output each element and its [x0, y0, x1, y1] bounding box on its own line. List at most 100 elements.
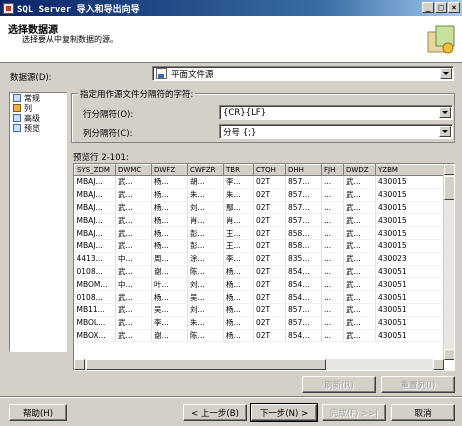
table-row[interactable]: MBAJ... 武... 杨... 刘... 鄢... 02T 857...... 武... 4… [74, 201, 445, 215]
table-cell: 430015 [375, 175, 445, 189]
table-cell: 谢... [151, 265, 188, 279]
chevron-down-icon[interactable] [439, 126, 451, 137]
scroll-up-icon[interactable] [444, 164, 454, 175]
vertical-scrollbar[interactable] [443, 164, 454, 360]
table-cell: 武... [115, 175, 152, 189]
table-row[interactable]: 0108... 武... 谢... 陈... 杨... 02T 854...... 武... 4… [74, 265, 445, 279]
table-cell: 857... [285, 303, 322, 317]
table-row[interactable]: MBAJ... 武... 杨... 彭... 王... 02T 858...... 武... 4… [74, 226, 445, 240]
scroll-left-icon[interactable] [74, 359, 85, 370]
scroll-right-icon[interactable] [433, 359, 444, 370]
scroll-thumb[interactable] [86, 359, 326, 370]
table-row[interactable]: MBOX... 武... 谢... 陈... 杨... 02T 854...... 武... 4… [74, 329, 445, 343]
nav-item-preview[interactable]: 预览 [10, 123, 66, 133]
table-cell: 胡... [187, 175, 224, 189]
column-header[interactable]: CTQH [253, 164, 286, 176]
general-icon [13, 94, 21, 102]
table-row[interactable]: MBAJ... 武... 杨... 朱... 朱... 02T 857...... 武... 4… [74, 188, 445, 202]
maximize-button[interactable]: □ [435, 2, 447, 13]
table-row[interactable]: 0108... 武... 杨... 吴... 杨... 02T 854...... 武... 4… [74, 290, 445, 304]
table-row[interactable]: MB11... 武... 吴... 刘... 杨... 02T 857...... 武... 4… [74, 303, 445, 317]
column-header[interactable]: DHH [285, 164, 322, 176]
table-cell: 02T [253, 175, 286, 189]
column-header[interactable]: FJH [321, 164, 344, 176]
table-cell: ... [321, 290, 344, 304]
table-cell: 彭... [187, 239, 224, 253]
horizontal-scrollbar[interactable] [74, 359, 444, 370]
table-cell: 02T [253, 277, 286, 292]
table-row[interactable]: MBAJ... 武... 杨... 胡... 李... 02T 857...... 武... 4… [74, 175, 445, 189]
table-cell: 858... [285, 226, 322, 240]
table-cell: 杨... [223, 265, 254, 279]
column-header[interactable]: TBR [223, 164, 254, 176]
datasource-select[interactable]: 平面文件源 [152, 66, 454, 81]
minimize-button[interactable]: _ [422, 2, 434, 13]
preview-icon [13, 124, 21, 132]
nav-item-advanced[interactable]: 高级 [10, 113, 66, 123]
table-cell: 杨... [151, 188, 188, 202]
table-cell: 02T [253, 316, 286, 330]
table-row[interactable]: MBOL... 武... 李... 朱... 杨... 02T 857...... 武... 4… [74, 316, 445, 330]
row-delimiter-select[interactable]: {CR}{LF} [219, 105, 453, 120]
table-row[interactable]: MBOM... 中... 叶... 刘... 杨... 02T 854...... 武... 4… [74, 277, 445, 292]
table-cell: 武... [115, 201, 152, 215]
table-cell: 857... [285, 201, 322, 215]
window-title: SQL Server 导入和导出向导 [17, 4, 140, 15]
column-delimiter-select[interactable]: 分号 {;} [219, 124, 453, 139]
nav-item-general[interactable]: 常规 [10, 93, 66, 103]
table-cell: 武... [343, 265, 376, 279]
column-header[interactable]: CWFZR [187, 164, 224, 176]
table-cell: MBOM... [74, 277, 116, 292]
table-cell: 武... [343, 239, 376, 253]
table-cell: 杨... [223, 277, 254, 292]
table-row[interactable]: 4413... 中... 周... 涂... 李... 02T 835...... 武... 4… [74, 252, 445, 266]
table-row[interactable]: MBAJ... 武... 杨... 彭... 王... 02T 858...... 武... 4… [74, 239, 445, 253]
table-cell: 02T [253, 213, 286, 228]
next-button[interactable]: 下一步(N) > [250, 403, 318, 422]
table-cell: 武... [115, 265, 152, 279]
table-cell: 857... [285, 213, 322, 228]
table-row[interactable]: MBAJ... 武... 杨... 肖... 肖... 02T 857...... 武... 4… [74, 213, 445, 228]
finish-button[interactable]: 完成(F) >>| [322, 404, 386, 421]
chevron-down-icon[interactable] [439, 107, 451, 118]
table-cell: 武... [343, 175, 376, 189]
table-cell: 武... [343, 226, 376, 240]
table-cell: MBAJ... [74, 175, 116, 189]
table-cell: 武... [115, 226, 152, 240]
preview-grid[interactable]: SYS_ZDM DWMC DWFZ CWFZR TBR CTQH DHH FJH… [73, 163, 455, 371]
table-cell: 武... [115, 290, 152, 304]
table-cell: 李... [151, 316, 188, 330]
column-header[interactable]: DWMC [115, 164, 152, 176]
table-cell: 杨... [223, 316, 254, 330]
table-cell: 02T [253, 329, 286, 343]
column-delimiter-label: 列分隔符(C): [83, 129, 133, 139]
table-cell: 杨... [151, 290, 188, 304]
chevron-down-icon[interactable] [440, 68, 452, 79]
app-icon [3, 2, 14, 14]
cancel-button[interactable]: 取消 [391, 404, 455, 421]
table-cell: 肖... [223, 213, 254, 228]
column-header[interactable]: DWFZ [151, 164, 188, 176]
scroll-thumb[interactable] [444, 176, 454, 200]
nav-item-columns[interactable]: 列 [10, 103, 66, 113]
columns-icon [13, 104, 21, 112]
table-cell: 武... [343, 329, 376, 343]
column-header[interactable]: YZBM [375, 164, 445, 176]
table-cell: ... [321, 265, 344, 279]
table-cell: 857... [285, 188, 322, 202]
column-header[interactable]: DWDZ [343, 164, 376, 176]
back-button[interactable]: < 上一步(B) [183, 404, 247, 421]
table-cell: 王... [223, 226, 254, 240]
table-cell: 肖... [187, 213, 224, 228]
table-cell: 武... [343, 303, 376, 317]
scroll-down-icon[interactable] [444, 349, 454, 360]
advanced-icon [13, 114, 21, 122]
column-header[interactable]: SYS_ZDM [74, 164, 116, 176]
reset-columns-button[interactable]: 重置列(I) [381, 376, 455, 393]
refresh-button[interactable]: 刷新(R) [302, 376, 376, 393]
table-cell: 02T [253, 226, 286, 240]
table-cell: MBOL... [74, 316, 116, 330]
help-button[interactable]: 帮助(H) [9, 404, 67, 421]
table-cell: 周... [151, 252, 188, 266]
close-button[interactable]: × [448, 2, 460, 13]
